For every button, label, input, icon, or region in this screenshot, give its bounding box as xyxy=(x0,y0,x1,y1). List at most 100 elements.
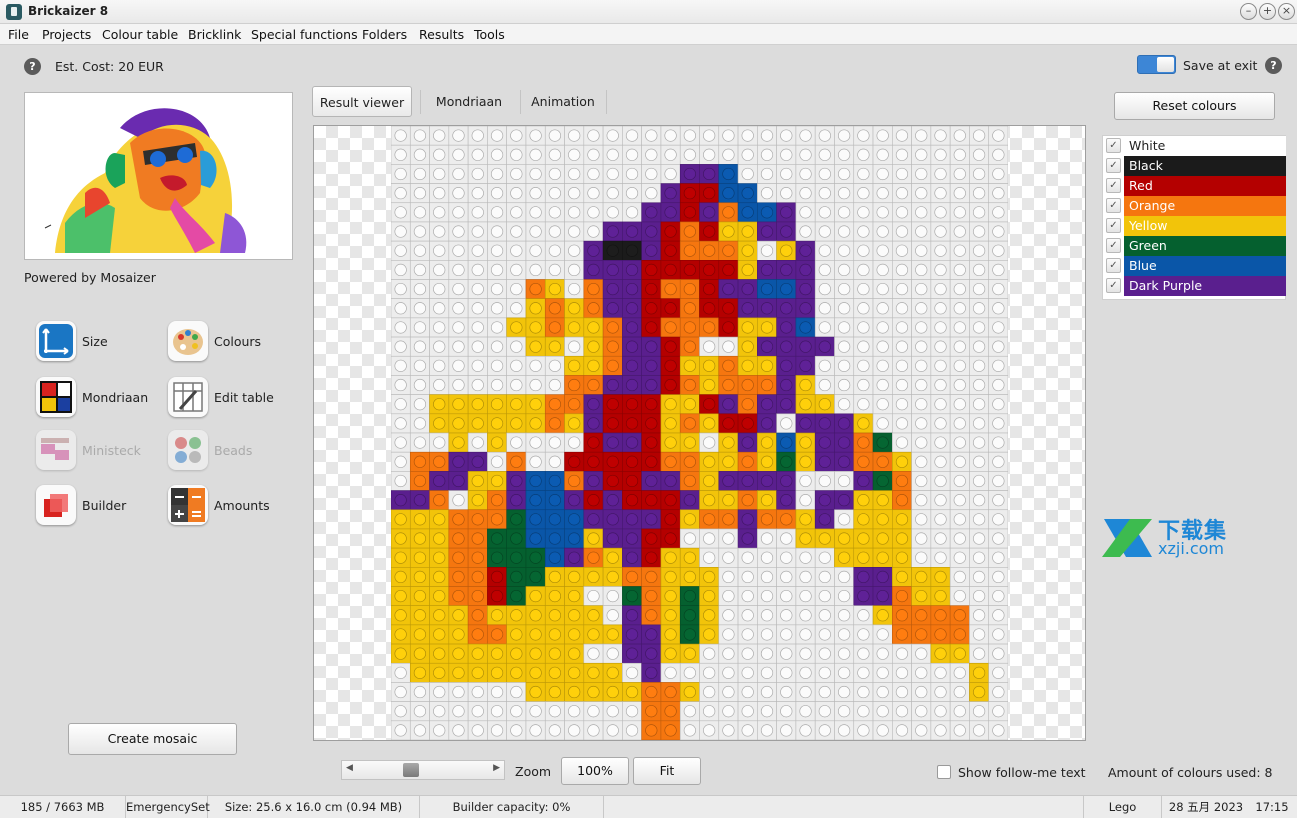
brick-stud xyxy=(703,321,716,334)
brick-stud xyxy=(510,282,523,296)
colour-row-blue[interactable]: ✓ Blue xyxy=(1103,256,1287,276)
brick-stud xyxy=(837,705,851,718)
maximize-button[interactable]: + xyxy=(1259,3,1276,20)
brick-stud xyxy=(722,724,735,737)
builder-tool[interactable]: Builder xyxy=(36,485,136,527)
check-icon[interactable]: ✓ xyxy=(1106,198,1121,213)
menu-results[interactable]: Results xyxy=(419,27,464,42)
tab-animation[interactable]: Animation xyxy=(524,86,602,117)
check-icon[interactable]: ✓ xyxy=(1106,278,1121,293)
zoom-slider[interactable]: ◀ ▶ xyxy=(341,760,505,780)
brick-stud xyxy=(837,455,851,468)
brick-stud xyxy=(837,244,851,257)
amounts-tool[interactable]: Amounts xyxy=(168,485,278,527)
status-brand: Lego xyxy=(1084,796,1162,818)
menu-special-functions[interactable]: Special functions xyxy=(251,27,358,42)
brick-stud xyxy=(625,129,639,142)
brick-stud xyxy=(915,321,928,334)
menu-tools[interactable]: Tools xyxy=(474,27,505,42)
menu-file[interactable]: File xyxy=(8,27,29,42)
reset-colours-button[interactable]: Reset colours xyxy=(1114,92,1275,120)
brick-stud xyxy=(490,705,504,718)
brick-stud xyxy=(741,378,754,392)
brick-stud xyxy=(972,398,986,411)
brick-stud xyxy=(490,321,504,334)
brick-stud xyxy=(471,148,484,161)
brick-stud xyxy=(760,206,774,219)
colour-row-yellow[interactable]: ✓ Yellow xyxy=(1103,216,1287,236)
brick-stud xyxy=(953,705,966,718)
edit-table-tool[interactable]: Edit table xyxy=(168,377,283,419)
brick-stud xyxy=(568,321,581,334)
brick-stud xyxy=(934,244,947,257)
colour-row-dark-purple[interactable]: ✓ Dark Purple xyxy=(1103,276,1287,296)
check-icon[interactable]: ✓ xyxy=(1106,138,1121,153)
brick-stud xyxy=(587,666,600,679)
brick-stud xyxy=(934,685,947,699)
brick-stud xyxy=(683,455,696,468)
brick-stud xyxy=(413,167,427,181)
create-mosaic-button[interactable]: Create mosaic xyxy=(68,723,237,755)
brick-stud xyxy=(510,378,523,392)
colour-row-white[interactable]: ✓ White xyxy=(1103,136,1287,156)
brick-stud xyxy=(548,225,562,238)
brick-stud xyxy=(895,666,909,679)
colours-tool[interactable]: Colours xyxy=(168,321,278,363)
brick-stud xyxy=(683,148,696,161)
tab-mondriaan[interactable]: Mondriaan xyxy=(424,86,514,117)
check-icon[interactable]: ✓ xyxy=(1106,218,1121,233)
brick-stud xyxy=(587,129,600,142)
brick-stud xyxy=(818,167,831,181)
brick-stud xyxy=(645,532,658,545)
brick-stud xyxy=(703,628,716,641)
colour-row-black[interactable]: ✓ Black xyxy=(1103,156,1287,176)
size-tool[interactable]: Size xyxy=(36,321,146,363)
save-at-exit-toggle[interactable] xyxy=(1137,55,1176,74)
menu-folders[interactable]: Folders xyxy=(362,27,407,42)
menu-colour-table[interactable]: Colour table xyxy=(102,27,178,42)
arrow-right-icon[interactable]: ▶ xyxy=(493,763,500,773)
result-viewer[interactable] xyxy=(313,125,1086,741)
brick-stud xyxy=(760,398,774,411)
brick-stud xyxy=(799,666,812,679)
brick-stud xyxy=(510,570,523,584)
help-icon[interactable]: ? xyxy=(1265,57,1282,74)
colour-row-orange[interactable]: ✓ Orange xyxy=(1103,196,1287,216)
menu-projects[interactable]: Projects xyxy=(42,27,91,42)
brick-stud xyxy=(664,705,677,718)
check-icon[interactable]: ✓ xyxy=(1106,158,1121,173)
fit-button[interactable]: Fit xyxy=(633,757,701,785)
brick-stud xyxy=(857,187,870,200)
zoom-100-button[interactable]: 100% xyxy=(561,757,629,785)
brick-stud xyxy=(452,398,465,411)
brick-stud xyxy=(433,167,446,181)
brick-stud xyxy=(760,609,774,622)
colour-row-red[interactable]: ✓ Red xyxy=(1103,176,1287,196)
check-icon[interactable]: ✓ xyxy=(1106,238,1121,253)
brick-stud xyxy=(818,570,831,584)
close-button[interactable]: × xyxy=(1278,3,1295,20)
brick-stud xyxy=(587,359,600,372)
brick-stud xyxy=(972,551,986,564)
brick-stud xyxy=(413,206,427,219)
tab-result-viewer[interactable]: Result viewer xyxy=(312,86,412,117)
zoom-slider-thumb[interactable] xyxy=(403,763,419,777)
brick-stud xyxy=(413,494,427,507)
show-follow-me-checkbox[interactable] xyxy=(937,765,951,779)
brick-stud xyxy=(953,359,966,372)
brick-stud xyxy=(992,417,1005,430)
check-icon[interactable]: ✓ xyxy=(1106,258,1121,273)
brick-stud xyxy=(548,474,562,488)
brick-stud xyxy=(625,551,639,564)
arrow-left-icon[interactable]: ◀ xyxy=(346,763,353,773)
brick-stud xyxy=(606,705,619,718)
colour-row-green[interactable]: ✓ Green xyxy=(1103,236,1287,256)
check-icon[interactable]: ✓ xyxy=(1106,178,1121,193)
help-icon[interactable]: ? xyxy=(24,58,41,75)
brick-stud xyxy=(529,628,542,641)
menu-bricklink[interactable]: Bricklink xyxy=(188,27,241,42)
brick-stud xyxy=(818,148,831,161)
mondriaan-tool[interactable]: Mondriaan xyxy=(36,377,156,419)
brick-stud xyxy=(664,359,677,372)
minimize-button[interactable]: – xyxy=(1240,3,1257,20)
